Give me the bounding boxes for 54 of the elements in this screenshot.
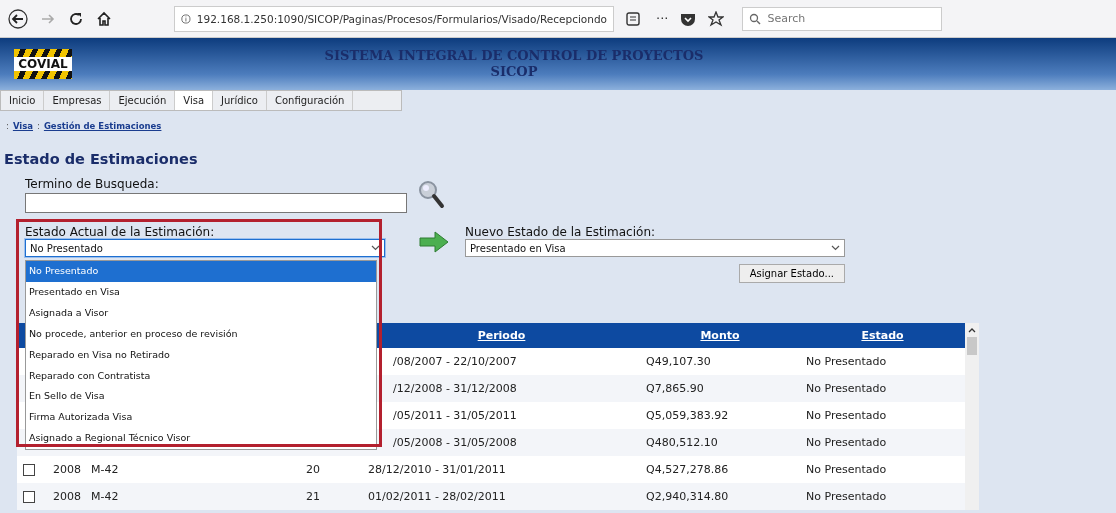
table-cell: /12/2008 - 31/12/2008 — [393, 382, 517, 395]
dropdown-option[interactable]: Firma Autorizada Visa — [26, 407, 376, 429]
table-cell: /08/2007 - 22/10/2007 — [393, 355, 517, 368]
dropdown-option[interactable]: No procede, anterior en proceso de revisión — [26, 323, 376, 345]
dropdown-option[interactable]: Asignada a Visor — [26, 302, 376, 324]
table-cell: No Presentado — [806, 436, 887, 449]
table-cell: M-42 — [91, 490, 119, 503]
menu-tab[interactable]: Visa — [175, 91, 214, 110]
search-label: Termino de Busqueda: — [25, 177, 160, 191]
table-cell: Q49,107.30 — [646, 355, 711, 368]
address-bar[interactable]: 192.168.1.250:1090/SICOP/Paginas/Procesos/Formularios/Visado/Recepciondo — [174, 5, 614, 32]
page-heading: Estado de Estimaciones — [4, 151, 199, 167]
breadcrumb-separator: : — [37, 121, 40, 131]
table-cell: /05/2008 - 31/05/2008 — [393, 436, 517, 449]
table-cell: 21 — [306, 490, 320, 503]
url-text: 192.168.1.250:1090/SICOP/Paginas/Procesos/Formularios/Visado/Recepciondo — [196, 11, 607, 26]
system-title: SISTEMA INTEGRAL DE CONTROL DE PROYECTOS — [324, 48, 704, 64]
breadcrumb-link[interactable]: Visa — [12, 121, 33, 131]
logo: COVIAL — [14, 49, 72, 79]
assign-state-button[interactable]: Asignar Estado... — [738, 264, 845, 283]
table-cell: No Presentado — [806, 463, 887, 476]
table-cell: No Presentado — [806, 490, 887, 503]
table-cell: Q7,865.90 — [646, 382, 704, 395]
table-cell: 20 — [306, 463, 320, 476]
dropdown-option[interactable]: Reparado con Contratista — [26, 365, 376, 387]
table-cell: /05/2011 - 31/05/2011 — [393, 409, 517, 422]
more-button[interactable]: ··· — [656, 11, 669, 26]
column-header-link[interactable]: Monto — [640, 329, 800, 342]
table-cell: No Presentado — [806, 355, 887, 368]
dropdown-option[interactable]: Reparado en Visa no Retirado — [26, 344, 376, 366]
table-cell: 2008 — [53, 490, 81, 503]
dropdown-option[interactable]: En Sello de Visa — [26, 386, 376, 408]
dropdown-option[interactable]: Presentado en Visa — [26, 281, 376, 303]
table-cell: Q4,527,278.86 — [646, 463, 729, 476]
column-header-link[interactable]: Estado — [800, 329, 965, 342]
new-state-label: Nuevo Estado de la Estimación: — [465, 225, 657, 239]
table-cell: 2008 — [53, 463, 81, 476]
dropdown-option[interactable]: No Presentado — [26, 261, 376, 282]
current-state-select[interactable]: No Presentado — [25, 239, 385, 257]
system-subtitle: SICOP — [490, 64, 538, 80]
table-cell: Q2,940,314.80 — [646, 490, 729, 503]
new-state-select[interactable]: Presentado en Visa — [465, 239, 845, 257]
table-cell: 01/02/2011 - 28/02/2011 — [368, 490, 506, 503]
breadcrumb-link[interactable]: Gestión de Estimaciones — [43, 121, 162, 131]
table-cell: No Presentado — [806, 382, 887, 395]
table-cell: M-42 — [91, 463, 119, 476]
table-cell: Q480,512.10 — [646, 436, 718, 449]
table-cell: Q5,059,383.92 — [646, 409, 729, 422]
browser-search-field[interactable]: Search — [742, 6, 943, 31]
table-cell: No Presentado — [806, 409, 887, 422]
breadcrumb-separator: : — [6, 121, 9, 131]
dropdown-option[interactable]: Asignado a Regional Técnico Visor — [26, 428, 376, 450]
current-state-label: Estado Actual de la Estimación: — [25, 225, 216, 239]
table-cell: 28/12/2010 - 31/01/2011 — [368, 463, 506, 476]
